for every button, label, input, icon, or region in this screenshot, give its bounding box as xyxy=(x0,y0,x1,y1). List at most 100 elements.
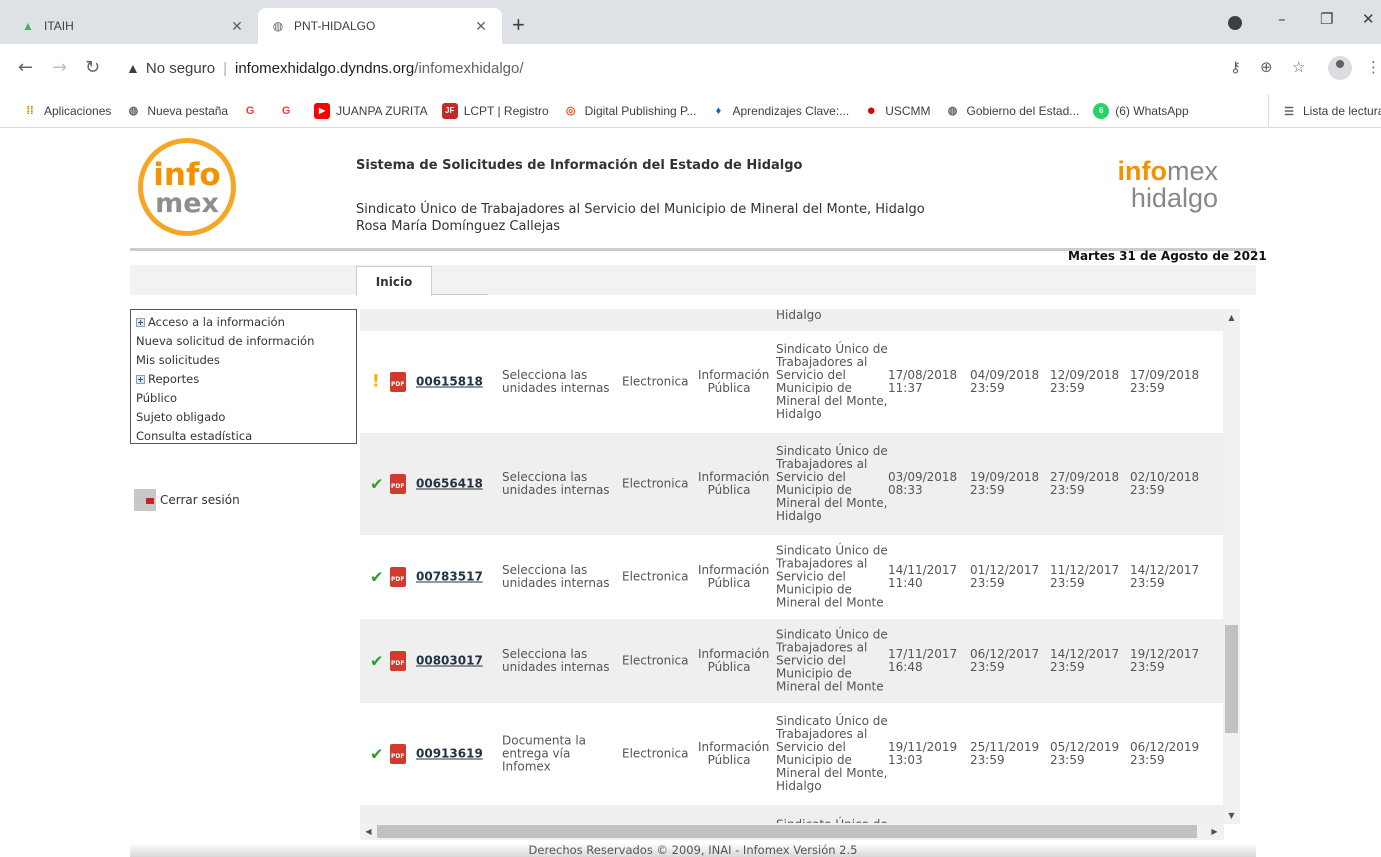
scroll-left-icon[interactable]: ◀ xyxy=(360,823,377,840)
footer-copyright: Derechos Reservados © 2009, INAI - Infom… xyxy=(130,843,1256,857)
reading-list-button[interactable]: ☰ Lista de lectura xyxy=(1268,94,1381,127)
bookmark-aplicaciones[interactable]: ⁞⁞ Aplicaciones xyxy=(22,103,111,119)
close-window-icon[interactable]: ✕ xyxy=(1362,10,1375,28)
page-content: info mex Sistema de Solicitudes de Infor… xyxy=(0,128,1381,857)
menu-item-consulta-estadistica[interactable]: Consulta estadística xyxy=(131,427,356,446)
table-row[interactable]: ! 00615818 Selecciona las unidades interna… xyxy=(360,331,1224,433)
date-cell: 17/08/2018 11:37 xyxy=(888,368,958,395)
etapa-cell: Selecciona las unidades internas xyxy=(502,647,610,674)
scroll-down-icon[interactable]: ▼ xyxy=(1223,807,1240,824)
close-tab-icon[interactable]: ✕ xyxy=(228,18,246,35)
restore-icon[interactable]: ❐ xyxy=(1320,10,1333,28)
menu-item-nueva-solicitud[interactable]: Nueva solicitud de información xyxy=(131,332,356,351)
forward-icon[interactable]: → xyxy=(52,58,67,78)
vertical-scrollbar[interactable]: ▲ ▼ xyxy=(1223,309,1240,824)
pdf-icon[interactable] xyxy=(390,567,406,587)
table-row[interactable]: ✔ 00803017 Selecciona las unidades interna… xyxy=(360,619,1224,703)
date-cell: 12/09/2018 23:59 xyxy=(1050,368,1120,395)
pdf-icon[interactable] xyxy=(390,744,406,764)
menu-item-mis-solicitudes[interactable]: Mis solicitudes xyxy=(131,351,356,370)
browser-tab-pnt-hidalgo[interactable]: ◍ PNT-HIDALGO ✕ xyxy=(258,8,502,44)
scroll-right-icon[interactable]: ▶ xyxy=(1206,823,1223,840)
date-cell: 14/12/2017 23:59 xyxy=(1050,647,1120,674)
pdf-icon[interactable] xyxy=(390,651,406,671)
tipo-cell: Información Pública xyxy=(698,740,770,767)
avatar[interactable] xyxy=(1328,56,1352,80)
bookmark-google-2[interactable]: G xyxy=(278,103,300,119)
bookmark-aprendizajes[interactable]: ♦ Aprendizajes Clave:... xyxy=(710,103,850,119)
medio-cell: Electronica xyxy=(622,746,689,761)
folio-link[interactable]: 00803017 xyxy=(416,654,483,668)
reload-icon[interactable]: ↻ xyxy=(85,58,100,78)
browser-tab-itaih[interactable]: ▲ ITAIH ✕ xyxy=(8,8,258,44)
menu-item-reportes[interactable]: Reportes xyxy=(131,370,356,389)
youtube-icon: ▶ xyxy=(314,102,331,119)
pdf-icon[interactable] xyxy=(390,372,406,392)
date-cell: 19/11/2019 13:03 xyxy=(888,740,958,767)
bookmark-label: Aplicaciones xyxy=(44,103,112,118)
folio-link[interactable]: 00783517 xyxy=(416,570,483,584)
globe-icon: ◍ xyxy=(128,105,139,117)
tipo-cell: Información Pública xyxy=(698,470,770,497)
sujeto-cell: Sindicato Único de Trabajadores al Servi… xyxy=(776,627,888,694)
etapa-cell: Selecciona las unidades internas xyxy=(502,470,610,497)
zoom-icon[interactable]: ⊕ xyxy=(1260,58,1273,76)
menu-item-publico[interactable]: Público xyxy=(131,389,356,408)
key-icon[interactable]: ⚷ xyxy=(1230,58,1241,76)
table-row[interactable]: ✔ 00656418 Selecciona las unidades interna… xyxy=(360,433,1224,535)
scrollbar-thumb[interactable] xyxy=(1225,625,1238,733)
address-bar[interactable]: ▲ No seguro | infomexhidalgo.dyndns.org … xyxy=(112,50,1302,86)
tab-title: PNT-HIDALGO xyxy=(294,19,376,33)
logo-text-mex: mex xyxy=(155,188,219,219)
sujeto-cell: Sindicato Único de Trabajadores al Servi… xyxy=(776,543,888,610)
folio-link[interactable]: 00656418 xyxy=(416,477,483,491)
tipo-cell: Información Pública xyxy=(698,563,770,590)
tab-inicio[interactable]: Inicio xyxy=(356,266,432,296)
pdf-icon[interactable] xyxy=(390,474,406,494)
table-row[interactable]: Mineral del Monte, Hidalgo xyxy=(360,309,1224,331)
bookmark-juanpa[interactable]: ▶ JUANPA ZURITA xyxy=(314,102,428,119)
date-cell: 11/12/2017 23:59 xyxy=(1050,563,1120,590)
new-tab-button[interactable]: + xyxy=(512,14,525,36)
bookmark-label: JUANPA ZURITA xyxy=(336,103,428,118)
scrollbar-thumb[interactable] xyxy=(377,825,1197,838)
address-host: infomexhidalgo.dyndns.org xyxy=(234,59,415,77)
bookmark-uscmm[interactable]: ● USCMM xyxy=(863,102,931,119)
menu-item-acceso[interactable]: Acceso a la información xyxy=(131,313,356,332)
etapa-cell: Documenta la entrega vía Infomex xyxy=(502,733,587,774)
reading-list-icon: ☰ xyxy=(1284,105,1294,118)
tab-divider xyxy=(432,294,488,295)
bookmark-google-1[interactable]: G xyxy=(242,103,264,119)
logout-door-icon xyxy=(134,489,156,511)
table-row[interactable]: ✔ 00783517 Selecciona las unidades interna… xyxy=(360,535,1224,619)
bookmark-label: Gobierno del Estad... xyxy=(966,103,1080,118)
bookmark-lcpt[interactable]: JF LCPT | Registro xyxy=(441,102,549,119)
back-icon[interactable]: ← xyxy=(18,58,33,78)
expand-icon[interactable] xyxy=(136,318,145,327)
sujeto-cell: Sindicato Único de Trabajadores al Servi… xyxy=(776,714,888,793)
bookmark-whatsapp[interactable]: 6 (6) WhatsApp xyxy=(1093,102,1189,119)
scroll-up-icon[interactable]: ▲ xyxy=(1223,309,1240,326)
sujeto-cell: Sindicato Único de Trabajadores al Servi… xyxy=(776,342,888,421)
logout-button[interactable]: Cerrar sesión xyxy=(134,489,240,511)
lcpt-icon: JF xyxy=(441,102,458,119)
menu-item-sujeto-obligado[interactable]: Sujeto obligado xyxy=(131,408,356,427)
bookmark-nueva-pestana[interactable]: ◍ Nueva pestaña xyxy=(125,103,229,119)
star-icon[interactable]: ☆ xyxy=(1292,58,1305,76)
date-cell: 27/09/2018 23:59 xyxy=(1050,470,1120,497)
bookmark-digital-publishing[interactable]: ◎ Digital Publishing P... xyxy=(563,103,697,119)
bookmark-gobierno[interactable]: ◍ Gobierno del Estad... xyxy=(945,103,1080,119)
date-cell: 01/12/2017 23:59 xyxy=(970,563,1040,590)
close-tab-icon[interactable]: ✕ xyxy=(472,18,490,35)
menu-dots-icon[interactable]: ⋮ xyxy=(1366,58,1381,76)
minimize-icon[interactable]: – xyxy=(1278,10,1286,28)
profile-indicator-icon[interactable] xyxy=(1228,16,1242,30)
etapa-cell: Selecciona las unidades internas xyxy=(502,368,610,395)
table-row[interactable]: ✔ 00913619 Documenta la entrega vía Infome… xyxy=(360,703,1224,805)
folio-link[interactable]: 00913619 xyxy=(416,747,483,761)
folio-link[interactable]: 00615818 xyxy=(416,375,483,389)
expand-icon[interactable] xyxy=(136,375,145,384)
horizontal-scrollbar[interactable]: ◀ ▶ xyxy=(360,823,1223,840)
logo-text-info: info xyxy=(153,157,221,193)
check-icon: ✔ xyxy=(370,744,384,764)
